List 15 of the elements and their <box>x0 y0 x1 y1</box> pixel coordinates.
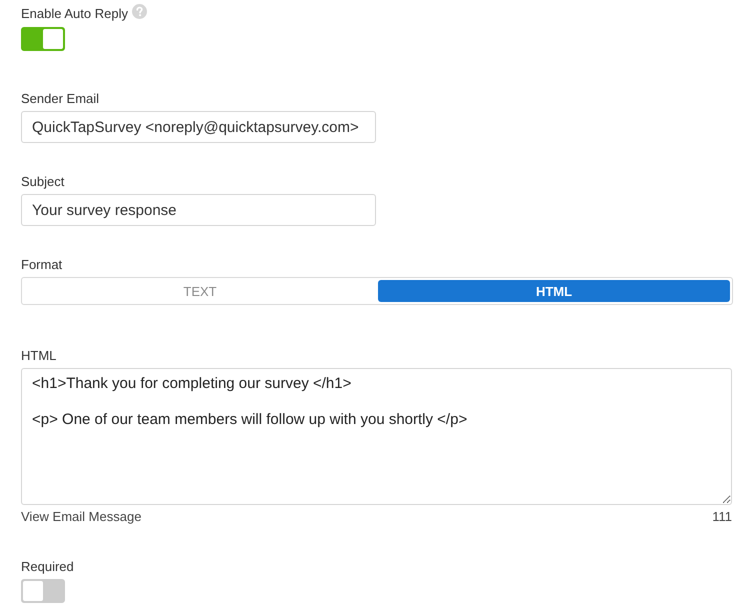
field-label: Subject <box>21 174 66 190</box>
help-icon[interactable] <box>132 4 147 18</box>
field-label: Required <box>21 559 75 575</box>
field-label: Format <box>21 257 64 273</box>
format-option[interactable]: HTML <box>378 280 730 302</box>
toggle-switch[interactable] <box>21 579 65 603</box>
html-textarea[interactable]: <h1>Thank you for completing our survey </h1> <p> One of our team members will follow up with you shortly </p> <box>21 368 732 505</box>
field-label: Enable Auto Reply <box>21 6 128 22</box>
field-label: Sender Email <box>21 91 100 107</box>
character-count: 111 <box>712 509 732 525</box>
toggle-switch[interactable] <box>21 27 65 51</box>
text-field[interactable]: QuickTapSurvey <noreply@quicktapsurvey.com> <box>21 111 376 143</box>
view-email-link[interactable]: View Email Message <box>21 509 142 525</box>
text-field[interactable]: Your survey response <box>21 194 376 226</box>
field-label: HTML <box>21 348 58 364</box>
